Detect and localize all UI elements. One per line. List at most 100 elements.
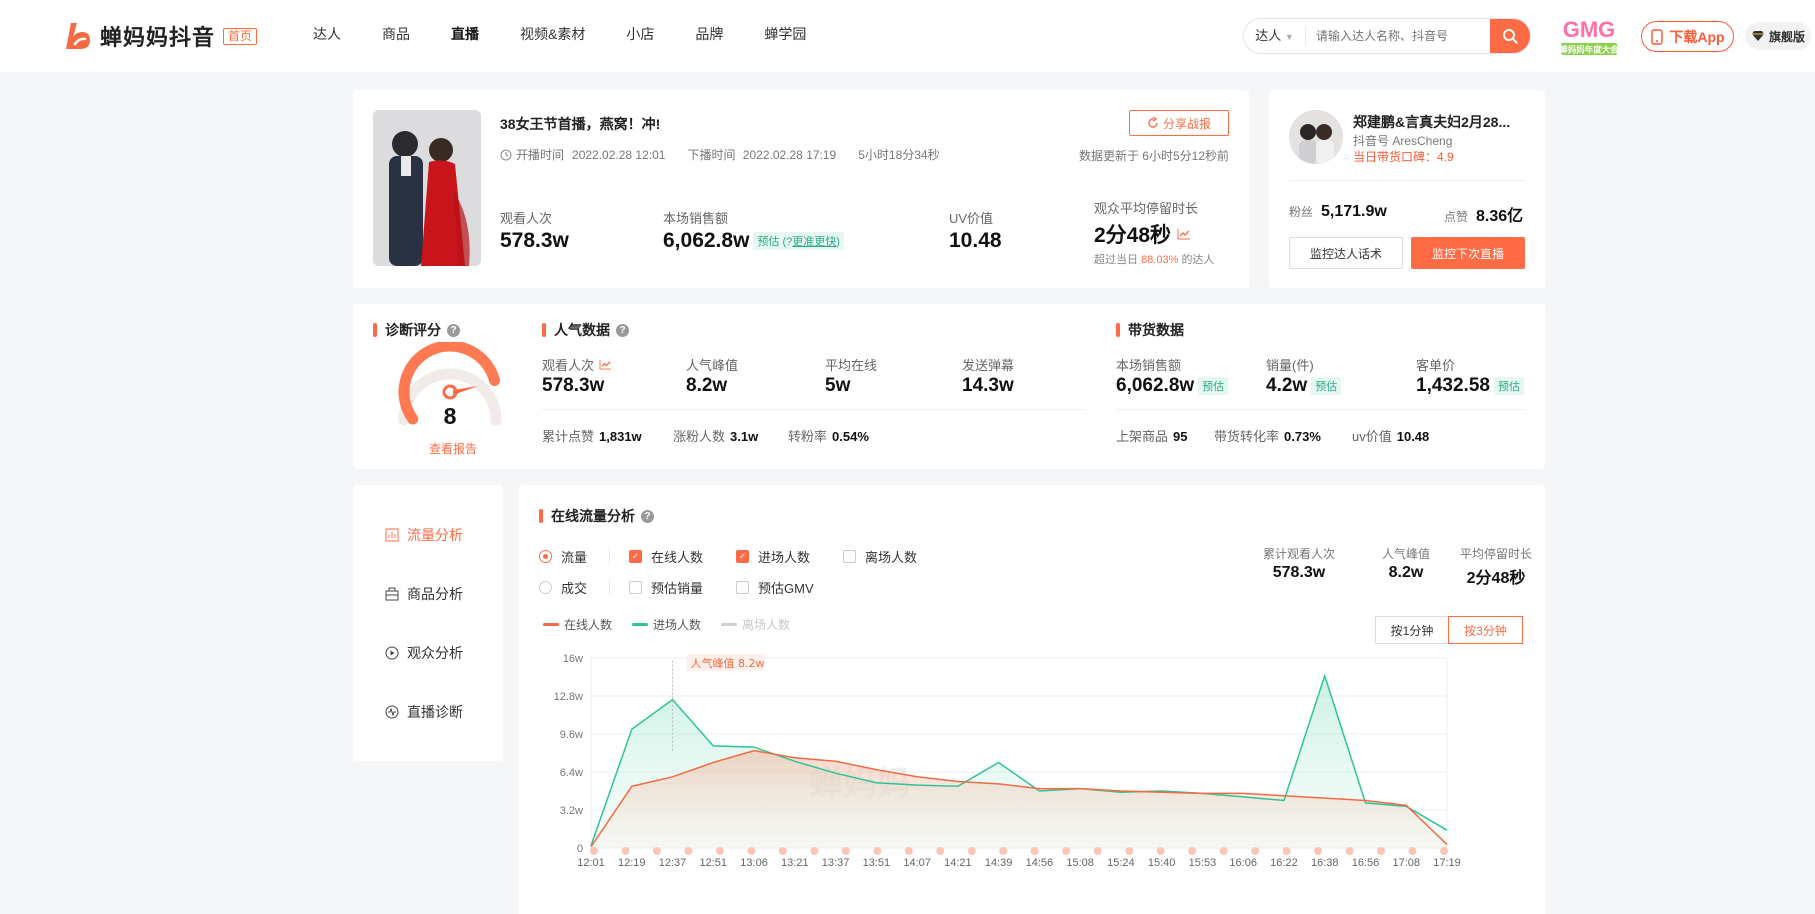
x-tick-label: 14:07 (903, 857, 931, 869)
sidebar-item-goods[interactable]: 商品分析 (385, 584, 463, 604)
metric-label: 销量(件) (1266, 358, 1314, 373)
metric-label: 人气峰值 (686, 358, 739, 373)
x-tick-label: 13:21 (781, 857, 809, 869)
granularity-1min[interactable]: 按1分钟 (1375, 616, 1449, 644)
end-label: 下播时间 (687, 148, 736, 162)
share-report-button[interactable]: 分享战报 (1129, 110, 1229, 136)
nav-item-goods[interactable]: 商品 (382, 24, 410, 44)
checkbox-enter[interactable]: ✓ 进场人数 (736, 547, 810, 566)
nav-item-talent[interactable]: 达人 (313, 24, 341, 44)
view-report-link[interactable]: 查看报告 (429, 440, 477, 457)
monitor-speech-button[interactable]: 监控达人话术 (1289, 237, 1403, 269)
help-icon[interactable]: ? (447, 323, 460, 337)
live-duration: 5小时18分34秒 (858, 148, 940, 162)
live-summary-card: 38女王节首播，燕窝！冲! 开播时间 2022.02.28 12:01 下播时间… (353, 90, 1249, 288)
sidebar-item-audience[interactable]: 观众分析 (385, 643, 463, 663)
mini-label: 转粉率 (788, 429, 828, 444)
search-input[interactable] (1306, 29, 1490, 43)
fans-value: 5,171.9w (1321, 203, 1387, 220)
summary-total-viewers: 累计观看人次 578.3w (1249, 545, 1349, 582)
search-type-select[interactable]: 达人 ▼ (1244, 26, 1306, 46)
nav-item-shop[interactable]: 小店 (626, 24, 654, 44)
metric-value: 4.2w 预估 (1266, 375, 1342, 397)
check-icon: ✓ (629, 550, 642, 563)
live-cover-image[interactable] (373, 110, 481, 266)
checkbox-est-gmv[interactable]: 预估GMV (736, 578, 814, 597)
product-marker (1377, 847, 1386, 855)
mini-value: 10.48 (1396, 429, 1430, 444)
stay-note: 超过当日 88.03% 的达人 (1094, 251, 1214, 267)
nav-item-brand[interactable]: 品牌 (695, 24, 723, 44)
goods-mini-conversion: 带货转化率 0.73% (1214, 426, 1321, 445)
home-tag[interactable]: 首页 (223, 27, 258, 45)
fans-stat: 粉丝 5,171.9w (1289, 203, 1387, 221)
checkbox-est-sales[interactable]: 预估销量 (629, 578, 703, 597)
peak-label: 人气峰值 8.2w (691, 656, 765, 670)
product-marker (621, 847, 630, 855)
start-time-wrap: 开播时间 2022.02.28 12:01 (500, 146, 665, 163)
stat-value: 6,062.8w 预估 (?更准更快) (663, 229, 844, 253)
x-tick-label: 13:37 (822, 857, 850, 869)
stay-value: 2分48秒 (1094, 224, 1172, 247)
nav-item-video[interactable]: 视频&素材 (520, 24, 585, 44)
checkbox-box (629, 581, 642, 594)
metric-label-text: 观看人次 (542, 358, 595, 373)
popularity-title-label: 人气数据 (554, 322, 610, 338)
estimate-tag[interactable]: 预估 (?更准更快) (753, 232, 844, 251)
product-marker (1093, 847, 1102, 855)
legend-leave[interactable]: 离场人数 (721, 616, 790, 633)
radio-flow[interactable]: 流量 (539, 547, 587, 566)
product-marker (1282, 847, 1291, 855)
granularity-3min[interactable]: 按3分钟 (1448, 616, 1523, 644)
help-icon[interactable]: ? (616, 323, 629, 337)
gmg-logo-icon: GMG 蝉妈妈年度大会 (1559, 17, 1619, 56)
x-tick-label: 15:40 (1148, 857, 1176, 869)
help-icon[interactable]: ? (641, 509, 654, 523)
stay-percentage: 88.03% (1141, 254, 1179, 266)
metric-label: 本场销售额 (1116, 358, 1182, 373)
radio-deal[interactable]: 成交 (539, 578, 587, 597)
nav-item-live[interactable]: 直播 (451, 24, 479, 44)
y-tick-label: 0 (577, 843, 583, 855)
summary-label: 人气峰值 (1381, 547, 1430, 561)
sidebar-item-diagnosis[interactable]: 直播诊断 (385, 702, 463, 722)
sidebar-item-traffic[interactable]: 流量分析 (385, 525, 463, 545)
x-tick-label: 14:39 (985, 857, 1013, 869)
checkbox-label: 预估GMV (758, 581, 814, 596)
goods-sales: 本场销售额 6,062.8w 预估 (1116, 355, 1229, 397)
flagship-badge[interactable]: 旗舰版 (1745, 22, 1812, 50)
summary-value: 2分48秒 (1466, 570, 1526, 587)
gmg-caption: 蝉妈妈年度大会 (1559, 45, 1619, 56)
summary-label: 平均停留时长 (1459, 547, 1532, 561)
goods-mini-listed: 上架商品 95 (1116, 426, 1187, 445)
legend-online[interactable]: 在线人数 (543, 616, 612, 633)
download-app-label: 下载App (1669, 28, 1725, 45)
download-app-button[interactable]: 下载App (1641, 21, 1734, 52)
legend-enter[interactable]: 进场人数 (632, 616, 701, 633)
divider (1289, 180, 1525, 181)
diamond-icon (1752, 31, 1764, 41)
trend-chart-icon[interactable] (599, 359, 612, 370)
traffic-chart-icon (385, 528, 399, 542)
product-marker (1188, 847, 1197, 855)
influencer-name[interactable]: 郑建鹏&言真夫妇2月28... (1353, 112, 1510, 132)
gmg-banner[interactable]: GMG 蝉妈妈年度大会 (1553, 15, 1625, 57)
avatar[interactable] (1289, 110, 1343, 164)
metric-label: 客单价 (1416, 358, 1456, 373)
search-button[interactable] (1490, 19, 1530, 53)
checkbox-label: 在线人数 (651, 550, 704, 565)
trend-chart-icon[interactable] (1177, 228, 1191, 240)
nav-item-academy[interactable]: 蝉学园 (764, 24, 806, 44)
checkbox-leave[interactable]: 离场人数 (843, 547, 917, 566)
more-accurate-link[interactable]: 更准更快 (792, 236, 836, 248)
logo[interactable]: 蝉妈妈抖音 首页 (62, 20, 258, 52)
product-marker (652, 847, 661, 855)
goods-volume: 销量(件) 4.2w 预估 (1266, 355, 1342, 397)
checkbox-online[interactable]: ✓ 在线人数 (629, 547, 703, 566)
summary-peak: 人气峰值 8.2w (1366, 545, 1446, 582)
metric-label: 观看人次 (542, 355, 612, 374)
product-marker (1251, 847, 1260, 855)
metric-value: 578.3w (542, 375, 605, 396)
monitor-next-live-button[interactable]: 监控下次直播 (1411, 237, 1525, 269)
pop-peak: 人气峰值 8.2w (686, 355, 738, 397)
